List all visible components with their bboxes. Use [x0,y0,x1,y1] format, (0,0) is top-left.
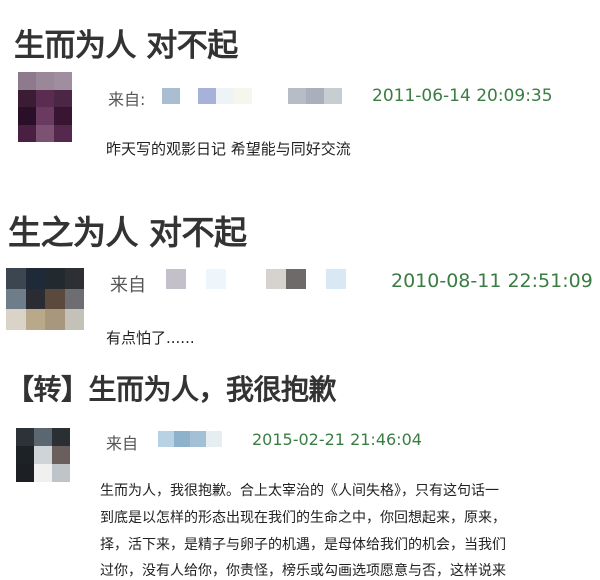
from-label: 来自: [108,90,146,109]
post-content-line: 到底是以怎样的形态出现在我们的生命之中，你回想起来，原来， [100,510,506,526]
post-content-line: 过你，没有人给你，你责怪，榜乐或勾画选项愿意与否，这样说来 [100,563,506,579]
post-timestamp: 2011-06-14 20:09:35 [372,86,553,106]
avatar[interactable] [16,428,70,482]
from-label: 来自 [110,275,146,296]
username-pixelated[interactable] [158,431,238,447]
from-label: 来自 [106,434,139,453]
post-content: 昨天写的观影日记 希望能与同好交流 [106,140,351,158]
username-pixelated[interactable] [166,269,346,289]
post-content-line: 生而为人，我很抱歉。合上太宰治的《人间失格》，只有这句话一 [100,483,499,499]
avatar[interactable] [6,268,84,330]
post-content-line: 择，活下来，是精子与卵子的机遇，是母体给我们的机会，当我们 [100,537,506,553]
post-content: 有点怕了...... [106,329,195,347]
avatar[interactable] [18,72,72,142]
username-pixelated[interactable] [162,88,342,104]
post-timestamp: 2010-08-11 22:51:09 [391,270,593,292]
post-title[interactable]: 【转】生而为人，我很抱歉 [6,368,337,408]
post-timestamp: 2015-02-21 21:46:04 [252,430,422,449]
post-title[interactable]: 生之为人 对不起 [8,206,247,254]
post-title[interactable]: 生而为人 对不起 [14,20,238,65]
